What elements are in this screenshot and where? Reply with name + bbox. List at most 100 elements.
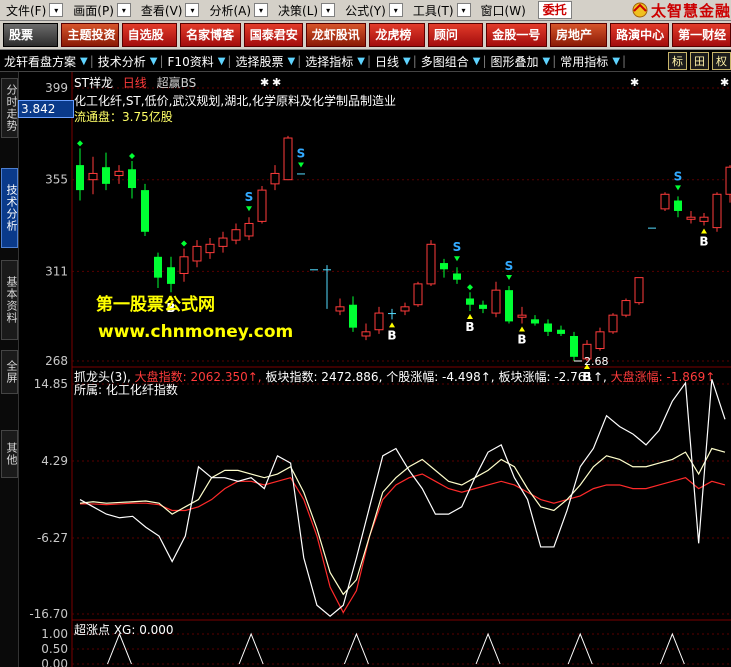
buy-arrow-icon	[389, 322, 395, 328]
sell-signal-label: S	[453, 240, 462, 254]
top-marker-icon: ✱	[260, 76, 269, 89]
top-toolbar: 股票 主题投资 自选股 名家博客 国泰君安 龙虾股讯 龙虎榜 顾问 金股一号 房地产 路演中心 第一财…	[0, 21, 731, 50]
subbar-right-buttons: 标田权	[665, 51, 731, 71]
menu-item-7[interactable]: 窗口(W)	[475, 2, 532, 19]
left-vertical-tabs: 分时走势技术分析基本资料全屏其他	[0, 72, 19, 667]
candle-body	[595, 331, 605, 349]
menu-dropdown-icon[interactable]: ▾	[254, 3, 269, 17]
menu-item-2[interactable]: 查看(V)	[135, 2, 189, 19]
subbar-item-0[interactable]: 龙轩看盘方案	[0, 53, 80, 70]
sector-label: 所属: 化工化纤指数	[74, 383, 178, 397]
menu-dropdown-icon[interactable]: ▾	[185, 3, 200, 17]
dropdown-arrow-icon[interactable]: ▼	[357, 56, 367, 67]
left-tab-1[interactable]: 技术分析	[1, 168, 18, 248]
indicator-axis-label: -6.27	[37, 531, 68, 545]
subbar-right-button-1[interactable]: 田	[690, 52, 709, 70]
menu-item-0[interactable]: 文件(F)	[0, 2, 52, 19]
candle-body	[674, 200, 682, 211]
dropdown-arrow-icon[interactable]: ▼	[218, 56, 228, 67]
toolbar-button-5[interactable]: 龙虾股讯	[305, 23, 367, 47]
indicator-white-line	[79, 379, 726, 617]
dropdown-arrow-icon[interactable]: ▼	[150, 56, 160, 67]
menu-item-5[interactable]: 公式(Y)	[339, 2, 392, 19]
indicator-axis-label: 4.29	[41, 454, 68, 468]
buy-signal-label: B	[517, 332, 526, 346]
chart-subtoolbar: 龙轩看盘方案 ▼ | 技术分析 ▼ | F10资料 ▼ | 选择股票 ▼ | 选择指标 ▼ | 日线 ▼ | 多图组…	[0, 51, 731, 72]
toolbar-button-9[interactable]: 房地产	[549, 23, 608, 47]
candle-body	[102, 167, 110, 184]
candle-body	[231, 229, 241, 241]
dropdown-arrow-icon[interactable]: ▼	[543, 56, 553, 67]
toolbar-button-1[interactable]: 主题投资	[61, 23, 119, 47]
brand-name: 太智慧金融	[650, 1, 731, 20]
menu-item-4[interactable]: 决策(L)	[272, 2, 324, 19]
toolbar-button-6[interactable]: 龙虎榜	[369, 23, 425, 47]
candle-body	[114, 170, 124, 177]
toolbar-button-8[interactable]: 金股一号	[486, 23, 547, 47]
subbar-item-2[interactable]: F10资料	[164, 53, 218, 70]
toolbar-button-3[interactable]: 名家博客	[180, 23, 241, 47]
subbar-right-button-2[interactable]: 权	[712, 52, 731, 70]
top-marker-icon: ✱	[272, 76, 281, 89]
menu-dropdown-icon[interactable]: ▾	[388, 3, 403, 17]
marker-diamond-icon	[129, 152, 135, 159]
subbar-item-3[interactable]: 选择股票	[231, 53, 287, 70]
sell-arrow-icon	[454, 256, 460, 262]
left-tab-2[interactable]: 基本资料	[1, 260, 18, 340]
left-tab-3[interactable]: 全屏	[1, 350, 18, 394]
candle-body	[349, 304, 357, 328]
menu-dropdown-icon[interactable]: ▾	[456, 3, 471, 17]
indicator-label[interactable]: 超赢BS	[157, 76, 197, 90]
price-axis-label: 268	[45, 354, 68, 368]
dropdown-arrow-icon[interactable]: ▼	[473, 56, 483, 67]
entrust-button[interactable]: 委托	[537, 1, 572, 19]
toolbar-button-4[interactable]: 国泰君安	[243, 23, 303, 47]
stock-name: ST祥龙	[74, 76, 113, 90]
subbar-item-8[interactable]: 常用指标	[556, 53, 612, 70]
indicator-axis-label: -16.70	[29, 607, 68, 621]
menu-dropdown-icon[interactable]: ▾	[321, 3, 336, 17]
toolbar-button-2[interactable]: 自选股	[121, 23, 178, 47]
candle-body	[374, 312, 384, 331]
menu-item-1[interactable]: 画面(P)	[67, 2, 120, 19]
watermark-url: www.chnmoney.com	[98, 322, 294, 342]
buy-signal-label: B	[465, 320, 474, 334]
subbar-item-6[interactable]: 多图组合	[417, 53, 473, 70]
brand-logo-icon	[632, 2, 648, 18]
top-marker-icon: ✱	[630, 76, 639, 89]
indicator-header-part-3: 个股涨幅: -4.498↑,	[386, 370, 499, 384]
sell-signal-label: S	[245, 190, 254, 204]
menu-item-6[interactable]: 工具(T)	[407, 2, 460, 19]
subbar-right-button-0[interactable]: 标	[668, 52, 687, 70]
toolbar-button-7[interactable]: 顾问	[427, 23, 484, 47]
dropdown-arrow-icon[interactable]: ▼	[287, 56, 297, 67]
menu-dropdown-icon[interactable]: ▾	[116, 3, 131, 17]
xg-axis-label: 1.00	[41, 627, 68, 641]
menu-dropdown-icon[interactable]: ▾	[49, 3, 64, 17]
sell-signal-label: S	[674, 169, 683, 183]
candle-body	[479, 304, 487, 309]
toolbar-button-10[interactable]: 路演中心	[610, 23, 670, 47]
candle-body	[270, 172, 280, 185]
price-panel-header: ST祥龙 日线 超赢BS	[74, 74, 196, 91]
left-tab-0[interactable]: 分时走势	[1, 78, 18, 138]
toolbar-button-11[interactable]: 第一财经	[672, 23, 731, 47]
subbar-item-5[interactable]: 日线	[371, 53, 403, 70]
period-label[interactable]: 日线	[123, 76, 147, 90]
candle-body	[361, 331, 371, 337]
subbar-item-4[interactable]: 选择指标	[301, 53, 357, 70]
candle-body	[167, 267, 175, 284]
xg-axis-label: 0.00	[41, 657, 68, 667]
toolbar-button-0[interactable]: 股票	[3, 23, 59, 47]
dropdown-arrow-icon[interactable]: ▼	[80, 56, 90, 67]
subbar-item-7[interactable]: 图形叠加	[487, 53, 543, 70]
xg-axis-label: 0.50	[41, 642, 68, 656]
left-tab-4[interactable]: 其他	[1, 430, 18, 478]
candle-body	[466, 298, 474, 305]
dropdown-arrow-icon[interactable]: ▼	[403, 56, 413, 67]
dropdown-arrow-icon[interactable]: ▼	[612, 56, 622, 67]
candle-body	[400, 306, 410, 312]
candle-body	[648, 227, 656, 229]
subbar-item-1[interactable]: 技术分析	[94, 53, 150, 70]
menu-item-3[interactable]: 分析(A)	[203, 2, 257, 19]
